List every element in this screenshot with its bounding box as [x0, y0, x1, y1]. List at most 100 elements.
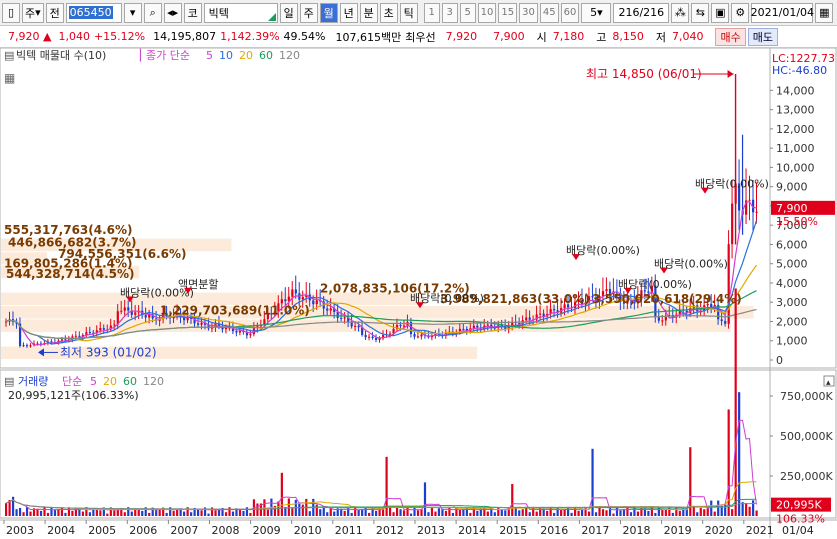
bar-count[interactable]: 216/216: [613, 2, 670, 23]
period-button-5[interactable]: 초: [379, 2, 398, 23]
candle-body: [399, 325, 402, 327]
volume-bar: [350, 512, 353, 516]
open-price: 7,180: [552, 30, 585, 43]
volume-bar: [242, 510, 245, 516]
interval-button-45[interactable]: 45: [539, 2, 559, 23]
candle-body: [22, 345, 25, 347]
market-icon-button[interactable]: 코: [183, 2, 202, 23]
volume-bar: [15, 509, 18, 516]
candle-body: [123, 307, 126, 311]
volume-bar: [399, 509, 402, 516]
calendar-icon[interactable]: ▦: [815, 2, 834, 23]
volume-ma-period-20: 20: [103, 375, 117, 388]
interval-buttons: 1 3 5 10 15 30 45 60: [422, 2, 580, 23]
search-icon[interactable]: ⌕: [143, 2, 162, 23]
stock-code-input[interactable]: 065450: [65, 2, 122, 23]
market-select[interactable]: 주 ▾: [22, 2, 44, 23]
grid-icon[interactable]: ⁂: [671, 2, 690, 23]
volume-bar: [741, 502, 744, 516]
interval-button-15[interactable]: 15: [498, 2, 518, 23]
candle-body: [420, 334, 423, 337]
save-icon[interactable]: ▣: [711, 2, 730, 23]
volume-ma-line-5: [5, 419, 757, 511]
volume-bar: [486, 511, 489, 516]
period-button-1[interactable]: 주: [299, 2, 318, 23]
volume-bar: [654, 512, 657, 516]
period-button-3[interactable]: 년: [339, 2, 358, 23]
interval-button-10[interactable]: 10: [477, 2, 497, 23]
quote-bar: 7,920 ▲ 1,040 +15.12% 14,195,807 1,142.3…: [0, 26, 837, 48]
candle-body: [368, 336, 371, 338]
volume-bar: [535, 511, 538, 516]
interval-button-1[interactable]: 1: [423, 2, 440, 23]
volume-bar: [130, 511, 133, 516]
ask-price: 7,920: [445, 30, 478, 43]
volume-bar: [657, 507, 660, 516]
date-field[interactable]: 2021/01/04: [751, 2, 814, 23]
interval-select[interactable]: 5 ▾: [581, 2, 612, 23]
interval-button-3[interactable]: 3: [441, 2, 458, 23]
hc-label: HC:-46.80: [772, 64, 827, 77]
chart-area[interactable]: ▤ 빅텍 매물대 수(10) ▏종가 단순 5 10 20 60 120▦14,00013,0…: [0, 48, 837, 539]
volume-bar: [18, 507, 22, 516]
price-tick-label: 3,000: [776, 296, 808, 309]
volume-bar: [214, 510, 217, 516]
code-dropdown-icon[interactable]: ▾: [123, 2, 142, 23]
volume-bar: [141, 510, 144, 516]
interval-button-5[interactable]: 5: [459, 2, 476, 23]
period-button-0[interactable]: 일: [279, 2, 298, 23]
candle-body: [354, 325, 357, 327]
volume-bar: [388, 507, 392, 516]
volume-bar: [123, 512, 126, 516]
volume-bar: [298, 502, 301, 516]
settings-icon[interactable]: ⚙: [731, 2, 750, 23]
price-tick-label: 11,000: [776, 142, 815, 155]
window-icon[interactable]: ▯: [2, 2, 20, 23]
volume-bar: [413, 507, 416, 516]
volume-bar: [493, 512, 496, 516]
x-tick-label-2004: 2004: [47, 524, 75, 537]
candle-body: [661, 320, 664, 322]
candle-body: [102, 328, 105, 330]
volume-bar: [734, 288, 737, 516]
x-tick-label-2013: 2013: [417, 524, 445, 537]
candle-body: [186, 318, 189, 321]
volume-bar: [319, 509, 322, 516]
candle-body: [291, 289, 294, 297]
volume-bar: [172, 510, 175, 516]
stock-name-field[interactable]: 빅텍: [203, 2, 278, 23]
side-select[interactable]: 전: [45, 2, 64, 23]
volume-ma-period-120: 120: [143, 375, 164, 388]
volume-bar: [444, 510, 448, 516]
sync-icon[interactable]: ⇆: [691, 2, 710, 23]
volume-bar: [577, 510, 580, 516]
candle-body: [113, 324, 116, 326]
period-button-6[interactable]: 틱: [399, 2, 418, 23]
volume-bar: [731, 509, 734, 516]
period-button-2[interactable]: 월: [319, 2, 338, 23]
candle-body: [280, 299, 283, 304]
volume-bar: [745, 502, 748, 516]
candle-body: [720, 319, 723, 321]
volume-bar: [738, 392, 741, 516]
price-tick-label: 10,000: [776, 161, 815, 174]
sell-button[interactable]: 매도: [747, 27, 778, 46]
candle-body: [336, 311, 339, 318]
up-arrow-icon: ▲: [39, 30, 59, 43]
volume-bar: [409, 513, 413, 516]
buy-button[interactable]: 매수: [715, 27, 746, 46]
volume-bar: [434, 511, 437, 516]
turnover-ratio: 49.54%: [283, 30, 326, 43]
volume-bar: [647, 510, 650, 516]
candle-body: [416, 336, 420, 338]
interval-button-30[interactable]: 30: [519, 2, 538, 23]
volume-bar: [671, 512, 674, 516]
candle-body: [329, 308, 332, 311]
price-ma-period-120: 120: [279, 49, 300, 62]
sound-icon[interactable]: ◂▸: [163, 2, 182, 23]
volume-bar: [437, 508, 441, 516]
volume-bar: [113, 510, 116, 516]
candle-body: [364, 334, 367, 338]
period-button-4[interactable]: 분: [359, 2, 378, 23]
interval-button-60[interactable]: 60: [560, 2, 580, 23]
